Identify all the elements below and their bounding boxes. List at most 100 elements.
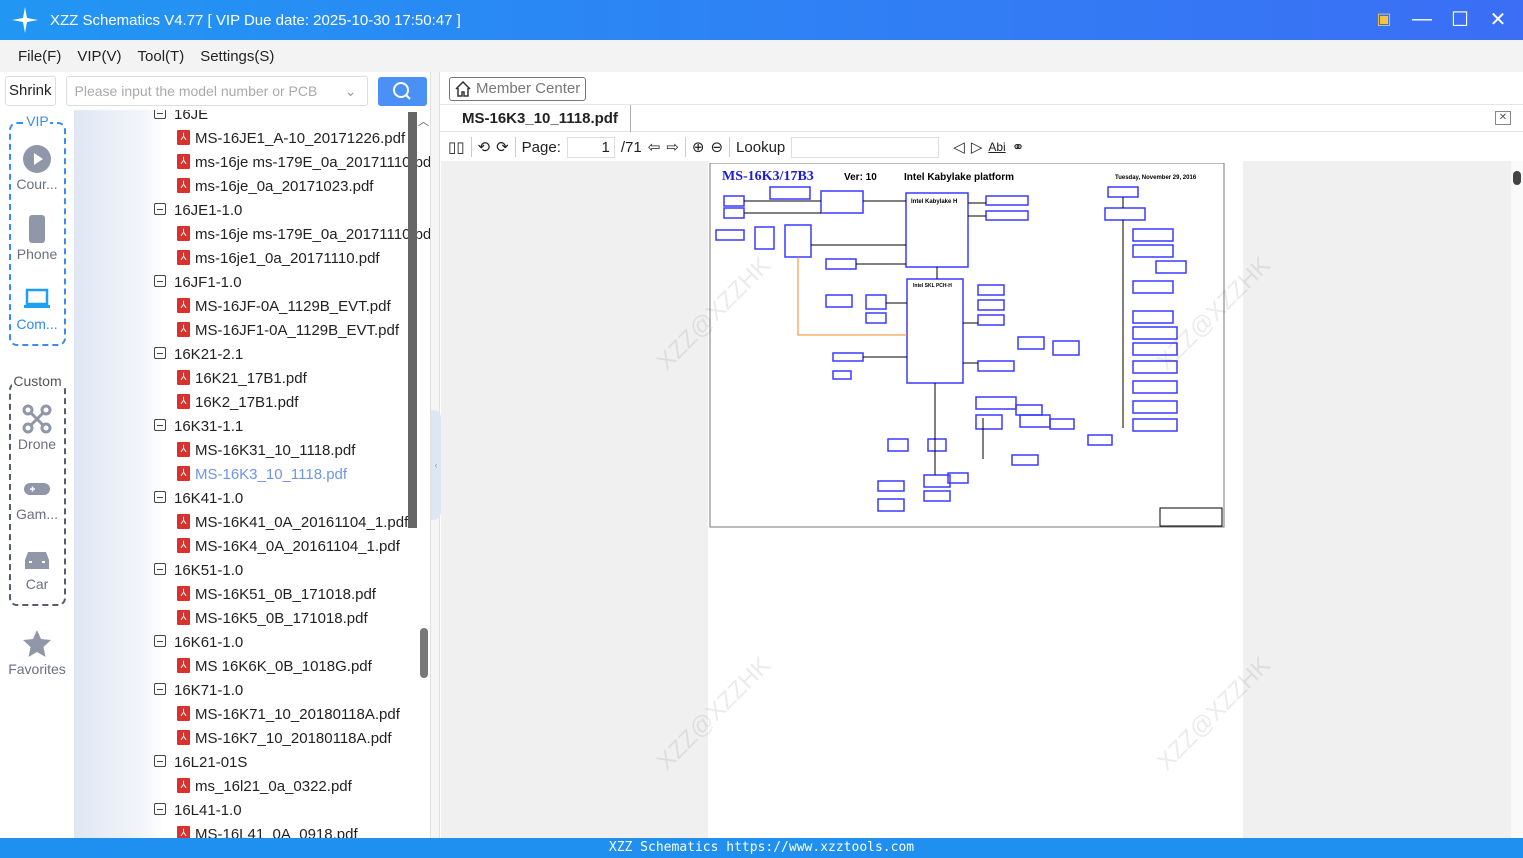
panel-splitter[interactable]: ‹ — [430, 72, 441, 838]
nav-courses[interactable]: Cour... — [0, 144, 74, 192]
tree-label: 16K61-1.0 — [174, 634, 244, 651]
rotate-right-icon[interactable]: ⟳ — [496, 138, 509, 156]
tree-file[interactable]: ⅄ 16K2_17B1.pdf — [177, 391, 298, 415]
nav-favorites[interactable]: Favorites — [0, 629, 74, 677]
menu-file[interactable]: File(F) — [18, 48, 61, 65]
member-center-button[interactable]: Member Center — [449, 77, 587, 101]
tree-folder[interactable]: 16JE — [154, 110, 208, 127]
maximize-button[interactable]: ☐ — [1449, 8, 1471, 31]
collapse-icon[interactable] — [154, 803, 166, 816]
collapse-icon[interactable] — [154, 755, 166, 768]
collapse-icon[interactable] — [154, 683, 166, 696]
collapse-icon[interactable] — [154, 563, 166, 576]
tree-folder[interactable]: 16JF1-1.0 — [154, 271, 242, 295]
prev-page-icon[interactable]: ⇦ — [648, 138, 661, 156]
pdf-icon: ⅄ — [177, 513, 190, 529]
next-page-icon[interactable]: ⇨ — [666, 138, 679, 156]
search-button[interactable] — [377, 76, 427, 106]
tree-label: ms-16je ms-179E_0a_20171110.pdf — [195, 154, 430, 171]
menu-settings[interactable]: Settings(S) — [200, 48, 274, 65]
zoom-in-icon[interactable]: ⊕ — [692, 138, 705, 156]
vip-bag-icon[interactable]: ▣ — [1373, 8, 1395, 30]
document-scroll-thumb[interactable] — [1513, 171, 1521, 185]
collapse-icon[interactable] — [154, 347, 166, 360]
pdf-icon: ⅄ — [177, 393, 190, 409]
tree-file[interactable]: ⅄ MS-16K41_0A_20161104_1.pdf — [177, 511, 408, 535]
two-page-icon[interactable]: ▯▯ — [448, 138, 465, 156]
scroll-up-icon[interactable]: ︿ — [418, 113, 429, 129]
collapse-handle[interactable]: ‹ — [431, 410, 441, 520]
tree-file[interactable]: ⅄ 16K21_17B1.pdf — [177, 367, 307, 391]
tree-file[interactable]: ⅄ MS-16K71_10_20180118A.pdf — [177, 703, 400, 727]
match-case-button[interactable]: Abi — [988, 140, 1005, 154]
close-button[interactable]: ✕ — [1487, 8, 1509, 31]
document-scrollbar[interactable] — [1511, 161, 1523, 838]
collapse-icon[interactable] — [154, 635, 166, 648]
tree-scrollbar-thumb[interactable] — [420, 628, 428, 678]
tree-file[interactable]: ⅄ MS-16K7_10_20180118A.pdf — [177, 727, 392, 751]
tree-scrollbar[interactable] — [408, 112, 417, 528]
tab-document[interactable]: MS-16K3_10_1118.pdf — [450, 105, 631, 132]
nav-phone[interactable]: Phone — [0, 214, 74, 262]
tree-label: MS-16K71_10_20180118A.pdf — [195, 706, 400, 723]
tree-folder[interactable]: 16K61-1.0 — [154, 631, 243, 655]
tree-file[interactable]: ⅄ MS-16K3_10_1118.pdf — [177, 463, 347, 487]
tree-file[interactable]: ⅄ MS-16K4_0A_20161104_1.pdf — [177, 535, 400, 559]
pdf-icon: ⅄ — [177, 729, 190, 745]
collapse-icon[interactable] — [154, 203, 166, 216]
nav-drone[interactable]: Drone — [0, 404, 74, 452]
tree-file[interactable]: ⅄ MS-16JE1_A-10_20171226.pdf — [177, 127, 405, 151]
tree-file[interactable]: ⅄ ms-16je_0a_20171023.pdf — [177, 175, 373, 199]
page-input[interactable]: 1 — [566, 136, 615, 158]
find-next-icon[interactable]: ▷ — [971, 138, 983, 156]
tree-file[interactable]: ⅄ MS-16JF1-0A_1129B_EVT.pdf — [177, 319, 399, 343]
menu-tool[interactable]: Tool(T) — [138, 48, 185, 65]
chevron-down-icon[interactable]: ⌄ — [345, 77, 357, 105]
pdf-icon: ⅄ — [177, 129, 190, 145]
app-logo-icon — [12, 7, 38, 33]
tree-file[interactable]: ⅄ MS-16L41_0A_0918.pdf — [177, 823, 358, 838]
tree-file[interactable]: ⅄ ms-16je1_0a_20171110.pdf — [177, 247, 380, 271]
page-label: Page: — [521, 138, 561, 156]
tree-folder[interactable]: 16K41-1.0 — [154, 487, 243, 511]
tree-folder[interactable]: 16JE1-1.0 — [154, 199, 242, 223]
collapse-icon[interactable] — [154, 110, 166, 120]
minimize-button[interactable]: — — [1411, 8, 1433, 30]
zoom-out-icon[interactable]: ⊖ — [710, 138, 723, 156]
nav-car[interactable]: Car — [0, 544, 74, 592]
rotate-left-icon[interactable]: ⟲ — [478, 138, 491, 156]
tree-file[interactable]: ⅄ ms-16je ms-179E_0a_20171110.pdf — [177, 151, 430, 175]
collapse-icon[interactable] — [154, 275, 166, 288]
binoculars-icon[interactable]: ⚭ — [1012, 138, 1025, 156]
nav-label: Phone — [16, 246, 58, 262]
model-search-input[interactable]: Please input the model number or PCB ⌄ — [65, 76, 368, 106]
tree-file[interactable]: ⅄ ms-16je ms-179E_0a_20171110.pdf — [177, 223, 430, 247]
nav-computer[interactable]: Com... — [0, 284, 74, 332]
document-view[interactable]: MS-16K3/17B3 Ver: 10 Intel Kabylake plat… — [441, 161, 1511, 838]
menu-vip[interactable]: VIP(V) — [77, 48, 121, 65]
tree-file[interactable]: ⅄ MS 16K6K_0B_1018G.pdf — [177, 655, 372, 679]
tree-label: MS-16K51_0B_171018.pdf — [195, 586, 376, 603]
tree-file[interactable]: ⅄ MS-16JF-0A_1129B_EVT.pdf — [177, 295, 391, 319]
tree-folder[interactable]: 16K71-1.0 — [154, 679, 243, 703]
tree-folder[interactable]: 16K21-2.1 — [154, 343, 243, 367]
schematic-cpu: Intel Kabylake H — [911, 199, 957, 205]
collapse-icon[interactable] — [154, 491, 166, 504]
nav-gaming[interactable]: Gam... — [0, 474, 74, 522]
close-tabs-icon[interactable]: ✕ — [1495, 111, 1511, 125]
tree-folder[interactable]: 16K51-1.0 — [154, 559, 243, 583]
tree-label: 16K31-1.1 — [174, 418, 244, 435]
tree-folder[interactable]: 16K31-1.1 — [154, 415, 243, 439]
find-prev-icon[interactable]: ◁ — [953, 138, 965, 156]
tree-label: MS-16K4_0A_20161104_1.pdf — [195, 538, 400, 555]
lookup-input[interactable] — [791, 136, 940, 158]
collapse-icon[interactable] — [154, 419, 166, 432]
pdf-icon: ⅄ — [177, 657, 190, 673]
tree-file[interactable]: ⅄ MS-16K31_10_1118.pdf — [177, 439, 355, 463]
tree-folder[interactable]: 16L21-01S — [154, 751, 247, 775]
tree-file[interactable]: ⅄ MS-16K51_0B_171018.pdf — [177, 583, 376, 607]
tree-file[interactable]: ⅄ MS-16K5_0B_171018.pdf — [177, 607, 368, 631]
tree-file[interactable]: ⅄ ms_16l21_0a_0322.pdf — [177, 775, 352, 799]
shrink-button[interactable]: Shrink — [5, 76, 56, 106]
tree-folder[interactable]: 16L41-1.0 — [154, 799, 242, 823]
